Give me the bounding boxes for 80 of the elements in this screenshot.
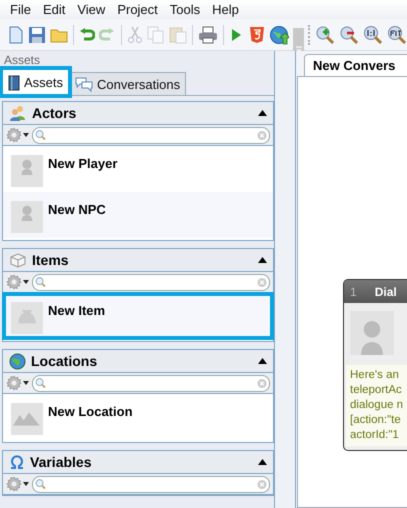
section-title: Actors [32,105,78,121]
gear-menu-button[interactable] [6,375,29,391]
menu-item[interactable]: Project [111,2,164,17]
search-field[interactable] [32,126,270,144]
section-title: Items [32,252,70,268]
tab[interactable]: Conversations [69,72,186,95]
splitter[interactable] [274,51,296,508]
search-icon [35,377,46,389]
book-icon [8,74,20,90]
html5-icon [248,26,265,44]
menu-item[interactable]: File [4,2,37,17]
toolbar-button[interactable] [268,24,289,46]
search-field[interactable] [32,476,270,492]
image-placeholder [350,311,394,355]
zoom-in-icon [315,24,336,44]
zoom-actual-size-icon [363,24,384,44]
caret-icon [23,482,29,486]
gear-menu-button[interactable] [6,476,29,492]
node-number: 1 [350,284,357,298]
overflow-caret-icon [294,46,303,52]
collapse-arrow-icon[interactable] [258,110,267,116]
toolbar-button[interactable] [198,24,218,46]
search-field[interactable] [32,374,270,392]
panel-title: Assets [3,53,42,67]
dialogue-text: Here's an teleportAc dialogue n [action:"te actorId:"1 [346,365,407,446]
copy-icon [146,26,165,44]
list-item[interactable]: New Location [3,394,273,440]
caret-icon [23,133,29,137]
undo-icon [79,26,96,42]
image-placeholder [11,201,43,233]
search-field[interactable] [32,274,270,290]
gear-menu-button[interactable] [6,274,29,290]
section-header[interactable]: Variables [3,451,273,474]
section-header[interactable]: Actors [3,102,273,125]
item-name: New Location [48,404,133,421]
item-name: New Player [48,156,118,173]
gear-menu-button[interactable] [6,127,29,143]
toolbar-button[interactable] [339,24,360,46]
tab[interactable]: Assets [2,69,70,95]
list-item[interactable]: New Player [3,146,273,192]
item-name: New NPC [48,202,106,219]
toolbar-button[interactable] [387,24,407,46]
caret-icon [23,381,29,385]
collapse-arrow-icon[interactable] [258,358,267,364]
search-icon [35,129,46,141]
node-title: Dial [374,284,397,298]
printer-icon [198,26,218,44]
folder-icon [50,26,68,42]
section-header[interactable]: Items [3,249,273,272]
caret-icon [23,280,29,284]
redo-icon [99,26,116,42]
menu-item[interactable]: Edit [36,2,72,17]
menu-item[interactable]: Help [206,2,245,17]
omega-icon [9,454,25,470]
collapse-arrow-icon[interactable] [258,459,267,465]
list-item[interactable]: New NPC [3,192,273,238]
search-icon [35,276,46,288]
scissors-icon [128,26,142,44]
zoom-out-icon [339,24,360,44]
section-title: Locations [31,353,98,369]
image-placeholder [11,403,43,435]
speech-bubbles-icon [75,76,94,92]
highlighted-list-item[interactable]: New Item [3,293,273,339]
menu-item[interactable]: Tools [164,2,206,17]
image-placeholder [11,155,43,187]
item-name: New Item [48,303,106,320]
section-title: Variables [30,454,92,470]
play-icon [230,26,242,42]
section-header[interactable]: Locations [3,350,273,373]
collapse-arrow-icon[interactable] [258,257,267,263]
menu-item[interactable]: View [71,2,112,17]
search-icon [35,478,46,490]
globe-icon [9,352,26,370]
paste-icon [168,26,187,44]
people-icon [9,105,27,121]
image-placeholder [11,302,43,334]
new-document-icon [8,26,24,44]
box-icon [9,252,27,268]
toolbar-button[interactable] [363,24,384,46]
document-tab[interactable]: New Convers [304,54,407,76]
